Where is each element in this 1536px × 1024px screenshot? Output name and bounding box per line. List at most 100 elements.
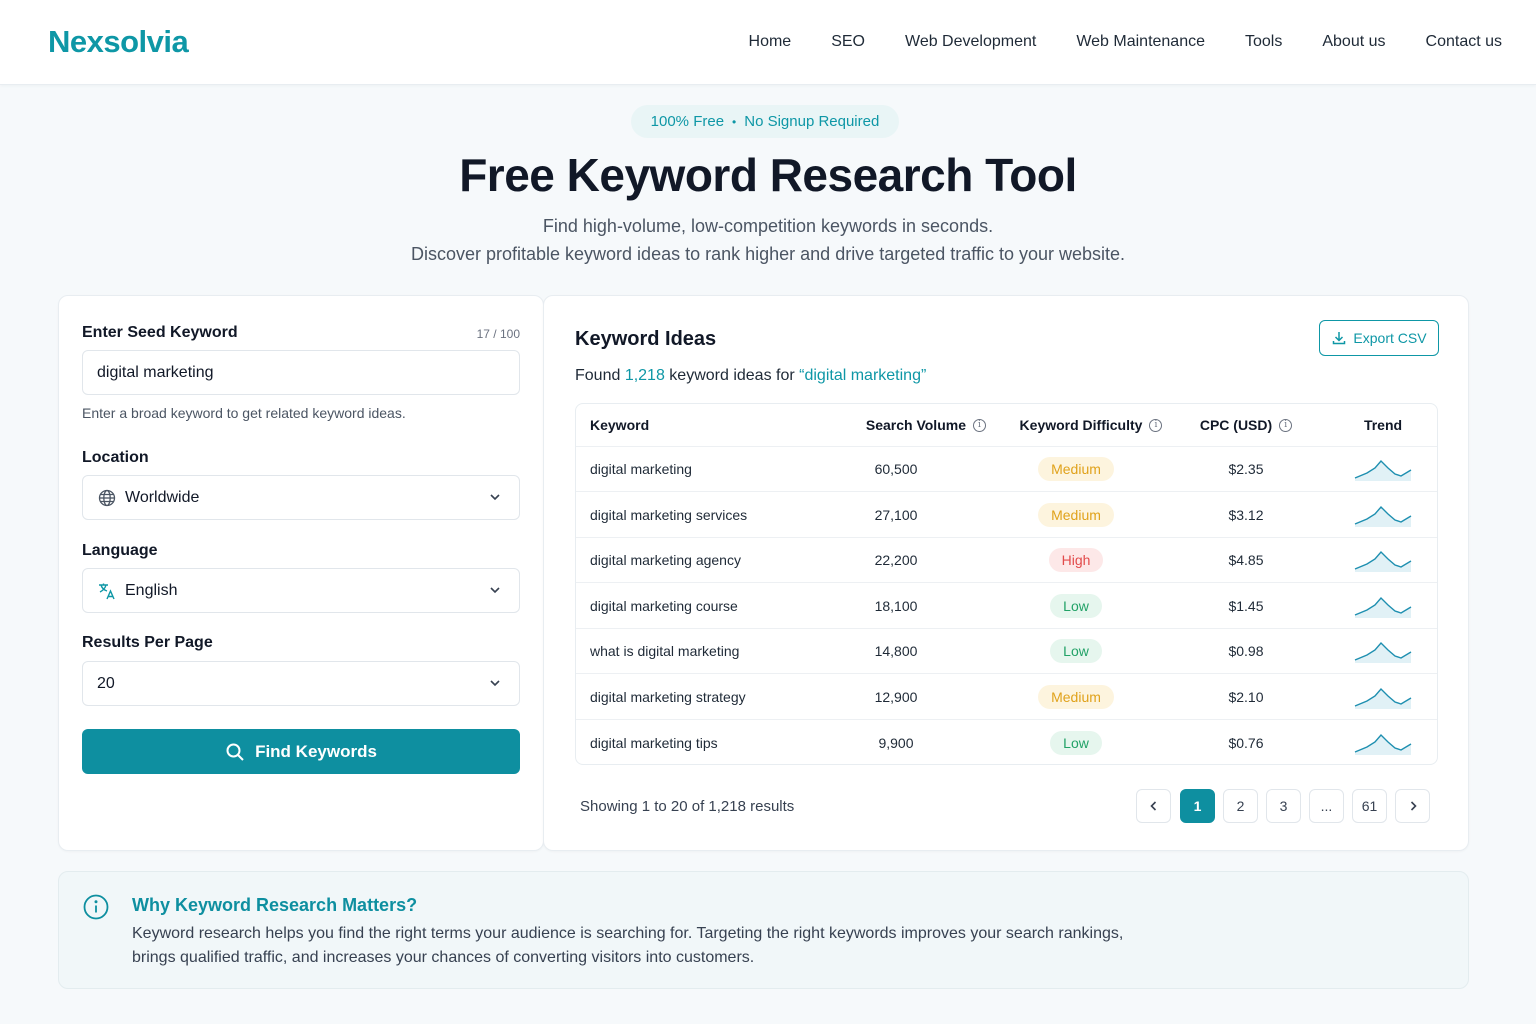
- seed-keyword-value: digital marketing: [97, 363, 214, 381]
- trend-cell: [1338, 538, 1428, 582]
- language-value: English: [125, 581, 178, 599]
- keyword-cell: digital marketing course: [590, 597, 738, 614]
- download-icon: [1333, 332, 1346, 345]
- search-volume-cell: 14,800: [874, 643, 918, 659]
- search-volume-cell: 9,900: [878, 734, 914, 751]
- page-button-3[interactable]: 3: [1266, 789, 1301, 823]
- search-volume-cell: 18,100: [874, 597, 918, 614]
- trend-sparkline: [1354, 733, 1412, 755]
- search-icon: [226, 743, 244, 761]
- translate-icon: [97, 581, 117, 601]
- cpc-cell: $0.76: [1228, 734, 1264, 751]
- seed-keyword-input[interactable]: digital marketing: [82, 350, 520, 395]
- chevron-down-icon: [490, 680, 500, 687]
- export-csv-button[interactable]: Export CSV: [1319, 320, 1439, 356]
- trend-sparkline: [1354, 459, 1412, 481]
- trend-sparkline: [1354, 505, 1412, 527]
- nav-web-development[interactable]: Web Development: [905, 33, 1036, 51]
- search-form-card: Enter Seed Keyword 17 / 100 digital mark…: [58, 295, 544, 851]
- trend-sparkline: [1354, 596, 1412, 618]
- search-volume-cell: 12,900: [874, 688, 918, 705]
- page-ellipsis: ...: [1309, 789, 1344, 823]
- table-row[interactable]: digital marketing tips 9,900 Low $0.76: [576, 720, 1437, 764]
- keyword-cell: digital marketing services: [590, 506, 748, 523]
- difficulty-badge: Medium: [1038, 457, 1114, 481]
- next-page-button[interactable]: [1395, 789, 1430, 823]
- results-title: Keyword Ideas: [575, 328, 717, 350]
- trend-cell: [1338, 720, 1428, 764]
- difficulty-badge: Low: [1050, 639, 1102, 663]
- cpc-cell: $3.12: [1228, 506, 1264, 523]
- results-per-page-select[interactable]: 20: [82, 661, 520, 706]
- nav-contact-us[interactable]: Contact us: [1426, 33, 1502, 51]
- table-row[interactable]: digital marketing agency 22,200 High $4.85: [576, 538, 1437, 583]
- table-row[interactable]: what is digital marketing 14,800 Low $0.98: [576, 629, 1437, 674]
- keyword-cell: what is digital marketing: [590, 643, 740, 659]
- difficulty-badge: Medium: [1038, 684, 1114, 709]
- info-title: Why Keyword Research Matters?: [132, 895, 418, 915]
- column-keyword-difficulty[interactable]: Keyword Difficulty i: [1011, 404, 1171, 446]
- find-keywords-button[interactable]: Find Keywords: [82, 729, 520, 774]
- previous-page-button[interactable]: [1136, 789, 1171, 823]
- nav-home[interactable]: Home: [749, 33, 792, 51]
- results-per-page-label: Results Per Page: [82, 634, 213, 651]
- table-row[interactable]: digital marketing course 18,100 Low $1.45: [576, 584, 1437, 629]
- table-row[interactable]: digital marketing strategy 12,900 Medium $2…: [576, 675, 1437, 720]
- cpc-cell: $2.10: [1228, 688, 1264, 705]
- table-row[interactable]: digital marketing services 27,100 Medium $3…: [576, 493, 1437, 538]
- character-counter: 17 / 100: [476, 327, 520, 341]
- top-navigation-bar: Nexsolvia Home SEO Web Development Web M…: [0, 0, 1536, 85]
- difficulty-cell: Medium: [996, 493, 1156, 537]
- cpc-cell: $4.85: [1228, 552, 1264, 568]
- trend-cell: [1338, 629, 1428, 673]
- results-per-page-value: 20: [97, 674, 115, 692]
- column-keyword: Keyword: [590, 417, 650, 433]
- keyword-cell: digital marketing agency: [590, 552, 741, 568]
- page-subtitle-line-2: Discover profitable keyword ideas to ran…: [410, 244, 1126, 264]
- trend-cell: [1338, 675, 1428, 719]
- difficulty-cell: Low: [996, 720, 1156, 764]
- chevron-down-icon: [490, 494, 500, 501]
- results-card: Keyword Ideas Found 1,218 keyword ideas …: [543, 295, 1469, 851]
- trend-sparkline: [1354, 550, 1412, 572]
- trend-cell: [1338, 493, 1428, 537]
- results-summary: Found 1,218 keyword ideas for “digital m…: [575, 367, 926, 385]
- trend-sparkline: [1354, 687, 1412, 709]
- language-select[interactable]: English: [82, 568, 520, 613]
- find-keywords-label: Find Keywords: [255, 741, 377, 761]
- nav-seo[interactable]: SEO: [831, 33, 865, 51]
- info-body: Keyword research helps you find the righ…: [132, 925, 1124, 966]
- info-circle-icon: [83, 894, 109, 920]
- free-badge-separator: •: [732, 114, 737, 129]
- location-select[interactable]: Worldwide: [82, 475, 520, 520]
- column-trend: Trend: [1363, 417, 1403, 433]
- keyword-cell: digital marketing strategy: [590, 688, 746, 705]
- search-volume-cell: 60,500: [874, 461, 918, 477]
- page-button-61[interactable]: 61: [1352, 789, 1387, 823]
- results-summary-middle: keyword ideas for: [664, 367, 800, 384]
- language-label: Language: [82, 542, 158, 559]
- keyword-table: Keyword Search Volume i Keyword Difficult…: [575, 403, 1438, 765]
- seed-keyword-label: Enter Seed Keyword: [82, 324, 238, 341]
- page-button-2[interactable]: 2: [1223, 789, 1258, 823]
- column-cpc[interactable]: CPC (USD) i: [1176, 404, 1316, 446]
- nav-about-us[interactable]: About us: [1322, 33, 1385, 51]
- difficulty-badge: Low: [1050, 593, 1102, 618]
- cpc-cell: $2.35: [1228, 461, 1264, 477]
- keyword-cell: digital marketing: [590, 461, 692, 477]
- nav-web-maintenance[interactable]: Web Maintenance: [1076, 33, 1205, 51]
- info-icon[interactable]: i: [1149, 418, 1163, 432]
- info-icon[interactable]: i: [973, 418, 986, 432]
- trend-cell: [1338, 447, 1428, 491]
- table-row[interactable]: digital marketing 60,500 Medium $2.35: [576, 447, 1437, 492]
- column-search-volume[interactable]: Search Volume i: [838, 404, 986, 446]
- search-volume-cell: 27,100: [874, 506, 918, 523]
- nav-tools[interactable]: Tools: [1245, 33, 1282, 51]
- info-icon[interactable]: i: [1279, 418, 1293, 432]
- location-label: Location: [82, 449, 149, 466]
- search-volume-cell: 22,200: [874, 552, 918, 568]
- location-value: Worldwide: [125, 488, 200, 506]
- logo[interactable]: Nexsolvia: [48, 24, 189, 60]
- page-button-1[interactable]: 1: [1180, 789, 1215, 823]
- column-cpc-label: CPC (USD): [1199, 417, 1273, 433]
